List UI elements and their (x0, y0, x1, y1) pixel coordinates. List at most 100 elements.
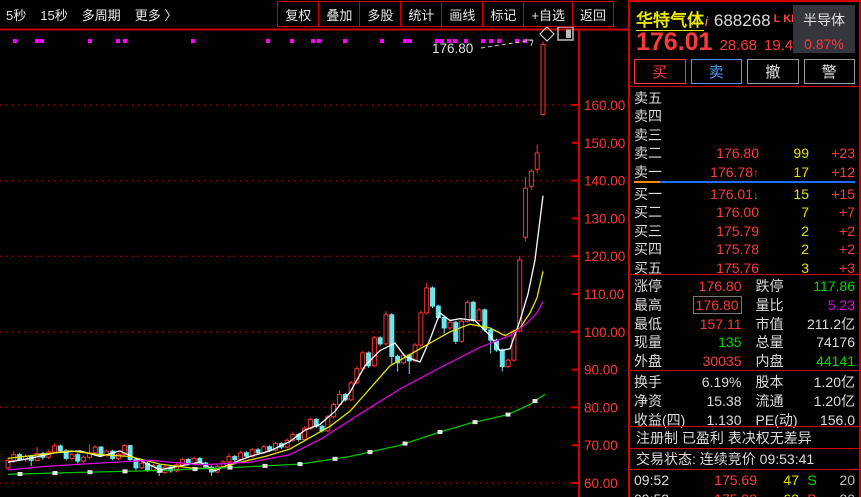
tick-count: 20 (825, 491, 855, 497)
stat-value: 74176 (800, 334, 856, 350)
stat-row: 最低157.11市值211.2亿 (634, 314, 855, 333)
bid-row-1[interactable]: 买一176.01↓15+15 (634, 184, 855, 202)
more-button[interactable]: 更多 〉 (135, 5, 178, 24)
stat-value: 44141 (800, 353, 856, 369)
stat-value: 157.11 (686, 316, 742, 332)
bid-row-2[interactable]: 买二176.007+7 (634, 202, 855, 220)
stat-label: 涨停 (634, 276, 686, 296)
stat-value: 176.80 (686, 297, 742, 313)
statistics-button[interactable]: 统计 (400, 1, 442, 27)
stat-value: 135 (686, 334, 742, 350)
period-toolbar: 5秒 15秒多周期更多 〉 (0, 5, 177, 24)
level-price: 176.01↓ (678, 186, 759, 202)
stat-label: 市值 (742, 314, 800, 334)
tick-price: 175.69 (682, 472, 757, 488)
stat-label: 内盘 (742, 351, 800, 371)
stat-label: 量比 (742, 295, 800, 315)
price-row: 176.0128.6819.47% (636, 28, 815, 57)
mark-button[interactable]: 标记 (482, 1, 524, 27)
sector-change: 0.87% (793, 30, 855, 52)
trade-buttons-row: 买卖撤警 (630, 57, 859, 86)
bid-ask-divider (634, 181, 855, 183)
change-amount: 28.68 (719, 37, 757, 54)
back-button[interactable]: 返回 (572, 1, 614, 27)
svg-text:70.00: 70.00 (584, 438, 618, 453)
tick-count: 20 (825, 472, 855, 488)
multi-stock-button[interactable]: 多股 (359, 1, 401, 27)
cancel-button[interactable]: 撤 (747, 59, 799, 84)
level-price: 175.79 (678, 223, 759, 239)
level-delta: +2 (809, 241, 855, 257)
level-label: 卖二 (634, 143, 678, 163)
period-5s-button[interactable]: 5秒 (6, 5, 26, 24)
stat-label: 最高 (634, 295, 686, 315)
order-book: 卖五卖四卖三卖二176.8099+23卖一176.78↑17+12 买一176.0… (630, 86, 859, 274)
buy-button[interactable]: 买 (634, 59, 686, 84)
level-delta: +15 (809, 186, 855, 202)
bid-row-3[interactable]: 买三175.792+2 (634, 221, 855, 239)
sector-name: 半导体 (793, 5, 855, 30)
multi-period-button[interactable]: 多周期 (82, 5, 121, 24)
svg-text:120.00: 120.00 (584, 249, 625, 264)
tick-price: 175.98 (682, 491, 757, 497)
level-delta: +2 (809, 223, 855, 239)
level-label: 卖一 (634, 162, 678, 182)
level-delta: +23 (809, 145, 855, 161)
tick-time: 09:53 (634, 491, 682, 497)
sector-badge[interactable]: 半导体 0.87% (793, 5, 855, 53)
tick-volume: 63 (757, 491, 799, 497)
adjust-price-button[interactable]: 复权 (277, 1, 319, 27)
stat-value: 5.23 (800, 297, 856, 313)
ask-row-2[interactable]: 卖二176.8099+23 (634, 143, 855, 161)
ma-green (8, 394, 545, 474)
add-watchlist-button[interactable]: +自选 (523, 1, 573, 27)
tick-volume: 47 (757, 472, 799, 488)
tick-side: S (799, 472, 825, 488)
tick-row: 09:53175.9863B20 (634, 489, 855, 497)
stat-value: 211.2亿 (800, 314, 856, 334)
candlestick-chart[interactable]: 160.00150.00140.00130.00120.00110.00100.… (0, 0, 628, 497)
svg-text:100.00: 100.00 (584, 325, 625, 340)
registration-info-line: 注册制 已盈利 表决权无差异 (630, 426, 859, 448)
period-15s-button[interactable]: 15秒 (40, 5, 67, 24)
bid-row-4[interactable]: 买四175.782+2 (634, 239, 855, 257)
ask-row-3[interactable]: 卖三 (634, 125, 855, 143)
ask-row-5[interactable]: 卖五 (634, 88, 855, 106)
tick-list[interactable]: 09:52175.6947S2009:53175.9863B20 (630, 469, 859, 497)
ask-row-1[interactable]: 卖一176.78↑17+12 (634, 162, 855, 180)
stat-value: 6.19% (686, 374, 742, 390)
stat-row: 外盘30035内盘44141 (634, 351, 855, 370)
stat-label: 流通 (742, 391, 800, 411)
level-volume: 99 (759, 145, 809, 161)
level-label: 买一 (634, 184, 678, 204)
level-volume: 2 (759, 241, 809, 257)
alert-button[interactable]: 警 (804, 59, 856, 84)
high-annotation: 176.80 (432, 41, 473, 56)
svg-text:160.00: 160.00 (584, 98, 625, 113)
level-delta: +7 (809, 204, 855, 220)
level-label: 卖四 (634, 106, 678, 126)
svg-text:80.00: 80.00 (584, 400, 618, 415)
info-icon[interactable]: i (705, 14, 708, 29)
overlay-button[interactable]: 叠加 (318, 1, 360, 27)
svg-text:150.00: 150.00 (584, 136, 625, 151)
level-price: 176.78↑ (678, 164, 759, 180)
tools-toolbar: 复权叠加多股统计画线标记+自选返回 (278, 1, 614, 27)
level-volume: 7 (759, 204, 809, 220)
stat-row: 净资15.38流通1.20亿 (634, 391, 855, 410)
level-label: 卖三 (634, 125, 678, 145)
tick-row: 09:52175.6947S20 (634, 470, 855, 489)
svg-text:90.00: 90.00 (584, 363, 618, 378)
sell-button[interactable]: 卖 (691, 59, 743, 84)
stat-value: 1.20亿 (800, 391, 856, 411)
level-label: 买三 (634, 221, 678, 241)
quote-panel: 华特气体i688268L KR 176.0128.6819.47% 半导体 0.… (628, 0, 861, 497)
stat-row: 涨停176.80跌停117.86 (634, 276, 855, 295)
stat-value: 1.20亿 (800, 372, 856, 392)
ask-row-4[interactable]: 卖四 (634, 106, 855, 124)
level-volume: 15 (759, 186, 809, 202)
level-delta: +12 (809, 164, 855, 180)
svg-text:140.00: 140.00 (584, 174, 625, 189)
level-label: 买四 (634, 239, 678, 259)
draw-line-button[interactable]: 画线 (441, 1, 483, 27)
